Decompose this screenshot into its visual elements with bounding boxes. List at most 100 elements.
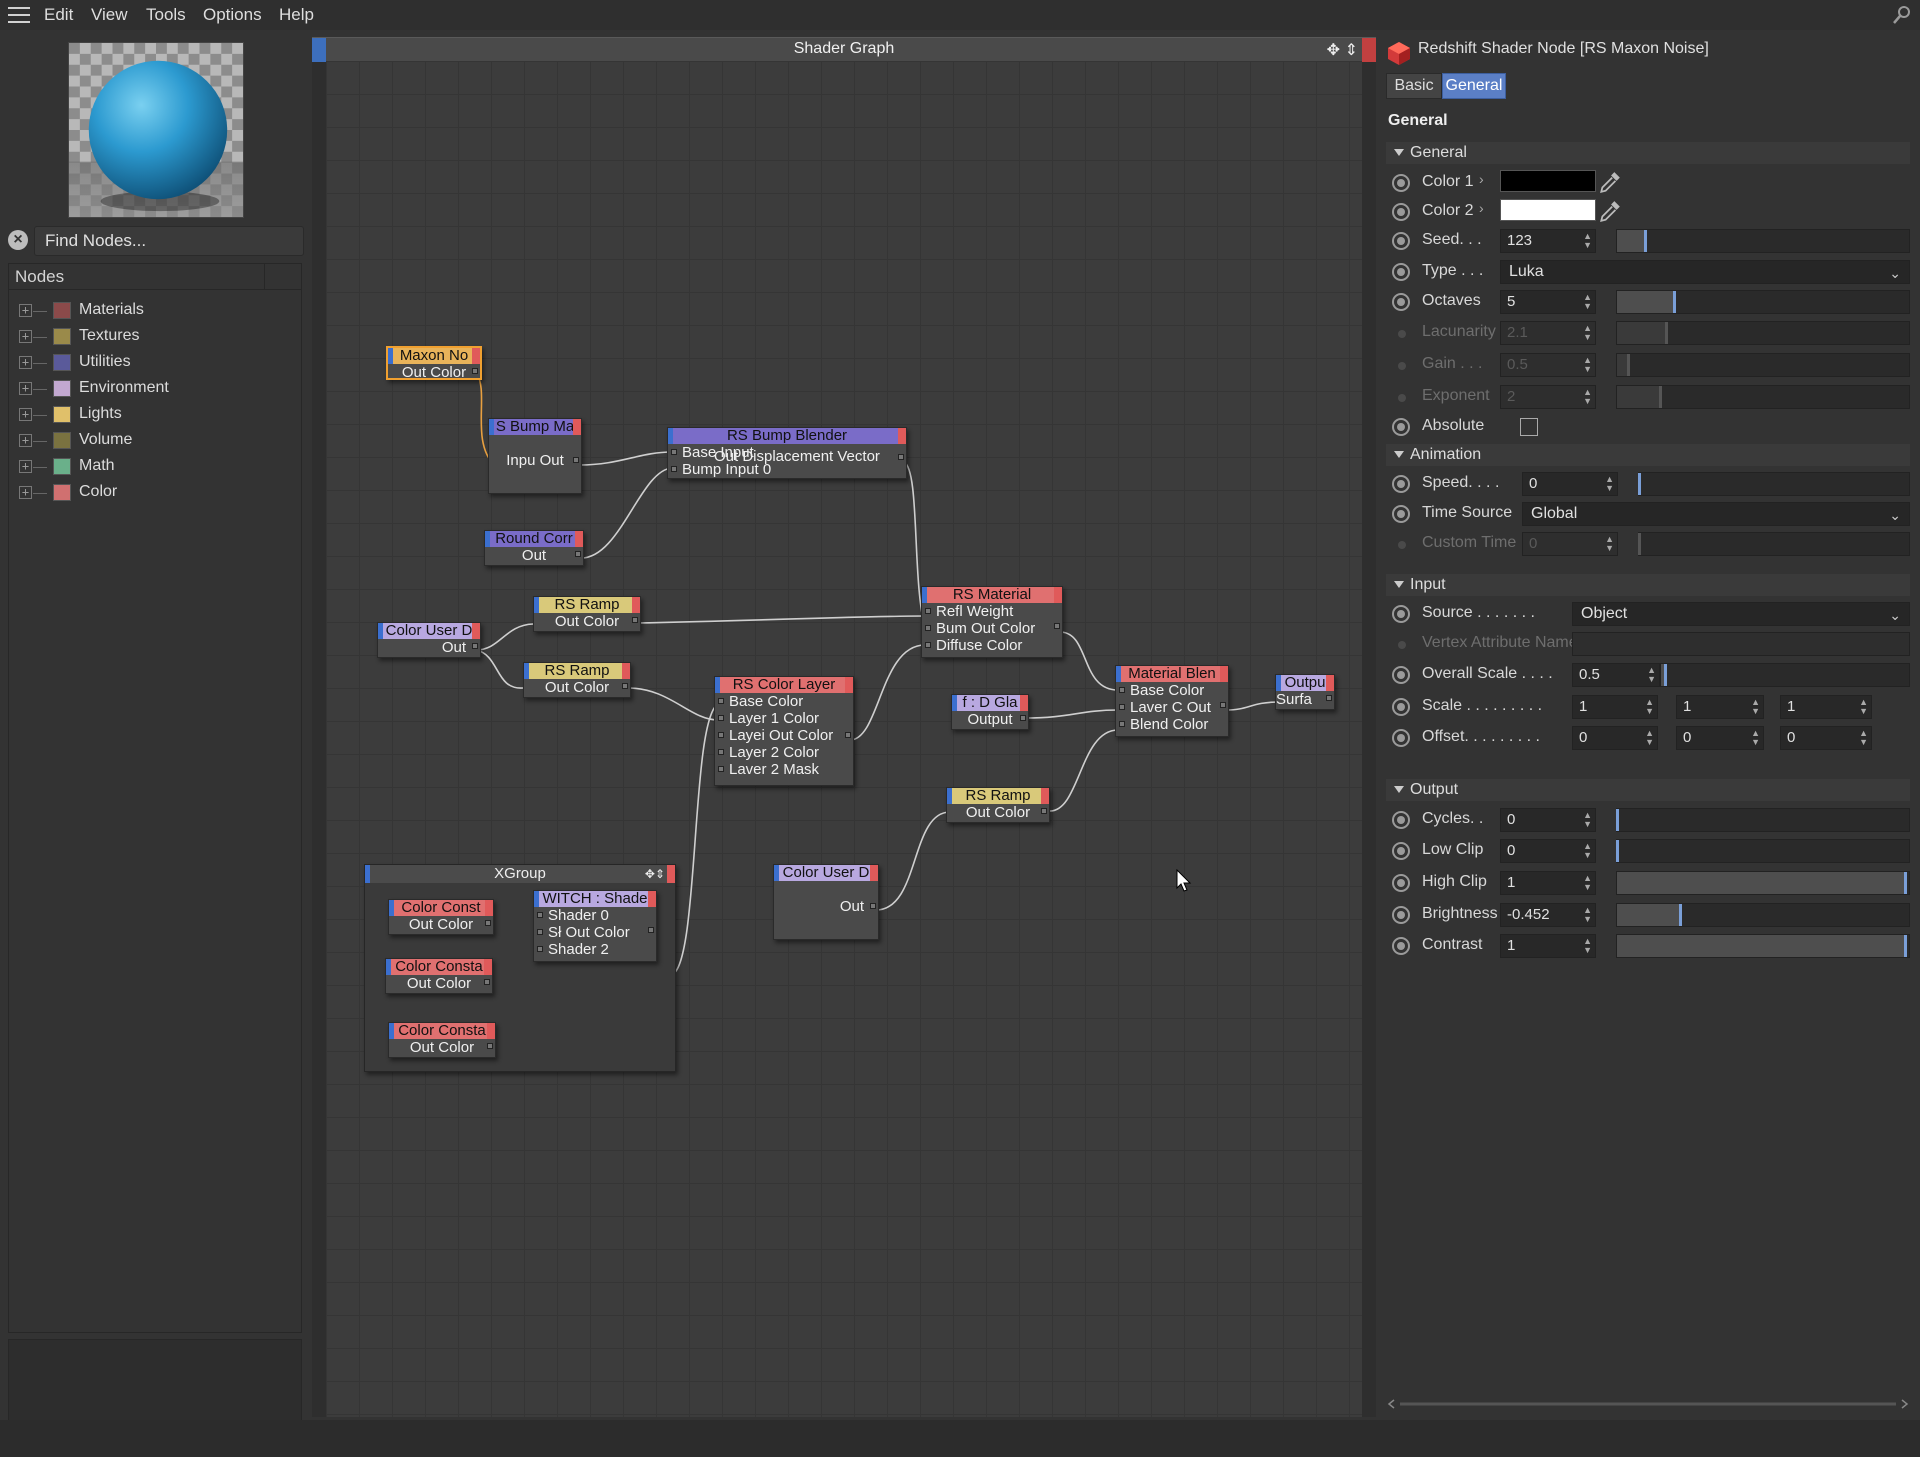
- search-icon[interactable]: [1892, 5, 1912, 25]
- node-bump-blender[interactable]: RS Bump Blender Base Input Bump Input 0 Out…: [667, 427, 907, 479]
- slider-handle[interactable]: [1904, 872, 1908, 894]
- menu-view[interactable]: View: [91, 5, 128, 25]
- eyedropper-icon[interactable]: [1598, 170, 1622, 194]
- node-switch-shader[interactable]: WITCH : Shade Shader 0 Sł Out Color Shader …: [533, 890, 657, 962]
- connection-wire[interactable]: [475, 623, 534, 651]
- animate-toggle-icon[interactable]: [1392, 729, 1410, 747]
- animate-toggle-icon[interactable]: [1392, 906, 1410, 924]
- absolute-checkbox[interactable]: [1520, 418, 1538, 436]
- expand-icon[interactable]: +: [19, 382, 32, 395]
- spinner-arrows-icon[interactable]: ▲ ▼: [1583, 232, 1592, 250]
- number-field[interactable]: 5 ▲ ▼: [1500, 290, 1596, 314]
- number-field[interactable]: 0 ▲ ▼: [1522, 472, 1618, 496]
- node-header[interactable]: Color User D: [378, 623, 480, 639]
- number-field[interactable]: 123 ▲ ▼: [1500, 229, 1596, 253]
- number-field[interactable]: 0.5 ▲ ▼: [1572, 663, 1660, 687]
- spinner-arrows-icon[interactable]: ▲ ▼: [1605, 475, 1614, 493]
- node-close-marker[interactable]: [1326, 675, 1334, 691]
- connection-wire[interactable]: [579, 451, 673, 466]
- output-port[interactable]: [870, 903, 876, 909]
- input-port[interactable]: [1119, 721, 1125, 727]
- spinner-arrows-icon[interactable]: ▲ ▼: [1859, 729, 1868, 747]
- resize-icon[interactable]: ⇕: [1345, 40, 1358, 60]
- connection-wire[interactable]: [1059, 631, 1119, 691]
- tree-item-volume[interactable]: + Volume: [19, 428, 289, 454]
- output-port[interactable]: [484, 979, 490, 985]
- node-color-const-2[interactable]: Color Consta Out Color: [385, 958, 493, 994]
- group-move-icon[interactable]: ✥⇕: [645, 865, 665, 883]
- node-close-marker[interactable]: [1041, 788, 1049, 804]
- number-field[interactable]: 1 ▲ ▼: [1500, 871, 1596, 895]
- tree-item-lights[interactable]: + Lights: [19, 402, 289, 428]
- node-header[interactable]: Color User D: [774, 865, 878, 881]
- node-header[interactable]: RS Material: [922, 587, 1062, 603]
- node-close-marker[interactable]: [622, 663, 630, 679]
- output-port[interactable]: [1020, 715, 1026, 721]
- output-port[interactable]: [632, 617, 638, 623]
- value-slider[interactable]: [1616, 839, 1910, 863]
- tree-item-utilities[interactable]: + Utilities: [19, 350, 289, 376]
- animate-toggle-icon[interactable]: [1392, 811, 1410, 829]
- find-nodes-input[interactable]: [34, 226, 304, 256]
- tree-item-materials[interactable]: + Materials: [19, 298, 289, 324]
- input-port[interactable]: [1119, 687, 1125, 693]
- number-field[interactable]: -0.452 ▲ ▼: [1500, 903, 1596, 927]
- input-port[interactable]: [537, 929, 543, 935]
- spinner-arrows-icon[interactable]: ▲ ▼: [1583, 937, 1592, 955]
- node-header[interactable]: Color Consta: [389, 1023, 495, 1039]
- connection-wire[interactable]: [635, 615, 926, 624]
- node-header[interactable]: RS Bump Blender: [668, 428, 906, 444]
- node-header[interactable]: Color Const: [389, 900, 493, 916]
- connection-wire[interactable]: [475, 649, 524, 689]
- node-rs-ramp-2[interactable]: RS Ramp Out Color: [523, 662, 631, 698]
- slider-handle[interactable]: [1673, 291, 1677, 313]
- node-header[interactable]: Maxon No: [388, 348, 480, 364]
- input-port[interactable]: [925, 642, 931, 648]
- graph-canvas[interactable]: XGroup ✥⇕ Maxon No Out Color S Bump Ma Inpu O…: [326, 61, 1362, 1417]
- output-port[interactable]: [573, 457, 579, 463]
- slider-handle[interactable]: [1679, 904, 1683, 926]
- node-header[interactable]: RS Ramp: [947, 788, 1049, 804]
- output-port[interactable]: [485, 920, 491, 926]
- output-port[interactable]: [622, 683, 628, 689]
- connection-wire[interactable]: [1225, 701, 1281, 711]
- number-field[interactable]: 1 ▲ ▼: [1780, 695, 1872, 719]
- node-header[interactable]: f : D Gla: [952, 695, 1028, 711]
- node-close-marker[interactable]: [1220, 666, 1228, 682]
- input-port[interactable]: [537, 912, 543, 918]
- input-port[interactable]: [925, 608, 931, 614]
- menu-tools[interactable]: Tools: [146, 5, 186, 25]
- node-header[interactable]: Material Blen: [1116, 666, 1228, 682]
- spinner-arrows-icon[interactable]: ▲ ▼: [1583, 842, 1592, 860]
- node-round-corners[interactable]: Round Corr Out: [484, 530, 584, 566]
- color1-swatch[interactable]: [1500, 170, 1596, 192]
- expand-chevron-icon[interactable]: ›: [1479, 200, 1484, 216]
- input-port[interactable]: [718, 715, 724, 721]
- node-header[interactable]: WITCH : Shade: [534, 891, 656, 907]
- animate-toggle-icon[interactable]: [1392, 203, 1410, 221]
- tree-item-textures[interactable]: + Textures: [19, 324, 289, 350]
- animate-toggle-icon[interactable]: [1392, 475, 1410, 493]
- type-dropdown[interactable]: Luka ⌄: [1500, 260, 1910, 284]
- collapse-triangle-icon[interactable]: [1394, 581, 1404, 588]
- number-field[interactable]: 0 ▲ ▼: [1780, 726, 1872, 750]
- input-port[interactable]: [718, 698, 724, 704]
- input-port[interactable]: [925, 625, 931, 631]
- menu-edit[interactable]: Edit: [44, 5, 73, 25]
- expand-icon[interactable]: +: [19, 486, 32, 499]
- color2-swatch[interactable]: [1500, 199, 1596, 221]
- section-input[interactable]: Input: [1386, 574, 1910, 596]
- tree-item-math[interactable]: + Math: [19, 454, 289, 480]
- value-slider[interactable]: [1616, 808, 1910, 832]
- output-port[interactable]: [648, 927, 654, 933]
- slider-handle[interactable]: [1644, 230, 1648, 252]
- clear-search-icon[interactable]: ×: [8, 230, 28, 250]
- spinner-arrows-icon[interactable]: ▲ ▼: [1647, 666, 1656, 684]
- move-icon[interactable]: ✥: [1327, 40, 1340, 60]
- connection-wire[interactable]: [579, 467, 673, 559]
- expand-icon[interactable]: +: [19, 330, 32, 343]
- menu-options[interactable]: Options: [203, 5, 262, 25]
- connection-wire[interactable]: [849, 644, 926, 741]
- section-general[interactable]: General: [1386, 142, 1910, 164]
- source-dropdown[interactable]: Object ⌄: [1572, 602, 1910, 626]
